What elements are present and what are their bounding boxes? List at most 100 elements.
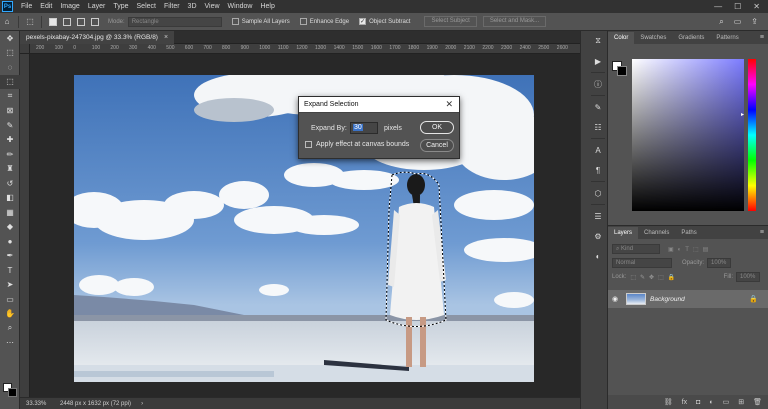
background-color-swatch[interactable] <box>617 66 627 76</box>
menu-3d[interactable]: 3D <box>184 3 201 10</box>
menu-edit[interactable]: Edit <box>36 3 56 10</box>
fx-icon[interactable]: fx <box>682 399 687 406</box>
new-group-icon[interactable]: ▭ <box>723 398 730 406</box>
mode-select[interactable]: Rectangle <box>127 16 222 27</box>
type-tool-icon[interactable]: T <box>0 263 20 278</box>
canvas-bounds-checkbox[interactable]: Apply effect at canvas bounds <box>305 141 409 148</box>
zoom-tool-icon[interactable]: ⌕ <box>0 321 20 336</box>
panel-collapse-strip[interactable] <box>580 31 588 409</box>
lock-icons[interactable]: ⬚✎✥⬚🔒 <box>630 274 679 281</box>
panel-menu-icon[interactable]: ≡ <box>760 229 768 236</box>
menu-type[interactable]: Type <box>109 3 132 10</box>
hand-tool-icon[interactable]: ✋ <box>0 307 20 322</box>
history-brush-icon[interactable]: ↺ <box>0 176 20 191</box>
dodge-tool-icon[interactable]: ● <box>0 234 20 249</box>
close-icon[interactable]: ✕ <box>445 99 453 110</box>
dialog-title-bar[interactable]: Expand Selection ✕ <box>299 97 459 113</box>
character-icon[interactable]: A <box>588 140 608 160</box>
delete-layer-icon[interactable]: 🗑 <box>753 398 762 406</box>
gradient-tool-icon[interactable]: ▦ <box>0 205 20 220</box>
workspace-icon[interactable]: ▭ <box>734 17 742 27</box>
healing-brush-icon[interactable]: ✚ <box>0 133 20 148</box>
menu-filter[interactable]: Filter <box>160 3 184 10</box>
menu-layer[interactable]: Layer <box>84 3 110 10</box>
styles-icon[interactable]: ◐ <box>588 246 608 266</box>
share-icon[interactable]: ⇪ <box>751 17 758 27</box>
more-tools-icon[interactable]: ⋯ <box>0 336 20 351</box>
ok-button[interactable]: OK <box>420 121 454 134</box>
history-icon[interactable]: ⧖ <box>588 31 608 51</box>
menu-select[interactable]: Select <box>133 3 160 10</box>
filter-icons[interactable]: ▣◐T⬚▤ <box>668 246 712 253</box>
menu-view[interactable]: View <box>201 3 224 10</box>
brush-settings-icon[interactable]: ✎ <box>588 97 608 117</box>
tab-swatches[interactable]: Swatches <box>634 32 672 44</box>
object-subtract-checkbox[interactable]: ✓ Object Subtract <box>359 18 410 25</box>
tab-paths[interactable]: Paths <box>675 227 702 239</box>
frame-tool-icon[interactable]: ⊠ <box>0 104 20 119</box>
properties-icon[interactable]: ☰ <box>588 206 608 226</box>
fill-input[interactable]: 100% <box>736 272 760 282</box>
pen-tool-icon[interactable]: ✒ <box>0 249 20 264</box>
libraries-icon[interactable]: ⚙ <box>588 226 608 246</box>
paragraph-icon[interactable]: ¶ <box>588 160 608 180</box>
add-mask-icon[interactable]: ◘ <box>696 399 700 406</box>
blend-mode-select[interactable]: Normal <box>612 258 672 268</box>
move-tool-icon[interactable]: ✥ <box>0 31 20 46</box>
sample-all-layers-checkbox[interactable]: Sample All Layers <box>231 18 290 25</box>
close-tab-icon[interactable]: × <box>164 34 168 41</box>
document-tab[interactable]: pexels-pixabay-247304.jpg @ 33.3% (RGB/8… <box>20 30 175 44</box>
minimize-icon[interactable]: — <box>714 2 722 11</box>
menu-file[interactable]: File <box>17 3 36 10</box>
cancel-button[interactable]: Cancel <box>420 139 454 152</box>
hue-slider[interactable] <box>748 59 756 211</box>
tab-patterns[interactable]: Patterns <box>710 32 744 44</box>
search-icon[interactable]: ⌕ <box>719 17 723 27</box>
visibility-eye-icon[interactable]: ◉ <box>608 295 622 303</box>
new-selection-icon[interactable] <box>49 17 57 26</box>
eraser-tool-icon[interactable]: ◧ <box>0 191 20 206</box>
select-and-mask-button[interactable]: Select and Mask... <box>482 16 547 27</box>
add-selection-icon[interactable] <box>63 17 71 26</box>
adjustments-icon[interactable]: ☷ <box>588 117 608 137</box>
expand-by-input[interactable]: 30 <box>350 122 378 134</box>
panel-menu-icon[interactable]: ≡ <box>760 34 768 41</box>
home-icon[interactable]: ⌂ <box>0 16 14 28</box>
object-selection-tool-icon[interactable]: ⬚ <box>0 74 20 89</box>
play-action-icon[interactable]: ▶ <box>588 51 608 71</box>
menu-window[interactable]: Window <box>224 3 257 10</box>
brush-tool-icon[interactable]: ✏ <box>0 147 20 162</box>
tab-layers[interactable]: Layers <box>608 227 639 239</box>
eyedropper-tool-icon[interactable]: ✎ <box>0 118 20 133</box>
link-layers-icon[interactable]: ⛓ <box>664 398 673 406</box>
tab-channels[interactable]: Channels <box>638 227 675 239</box>
new-layer-icon[interactable]: ⊞ <box>738 398 744 406</box>
tab-gradients[interactable]: Gradients <box>672 32 710 44</box>
status-menu-icon[interactable]: › <box>141 401 143 407</box>
color-picker-field[interactable] <box>632 59 744 211</box>
lasso-tool-icon[interactable]: ◌ <box>0 60 20 75</box>
select-subject-button[interactable]: Select Subject <box>424 16 477 27</box>
3d-icon[interactable]: ⬡ <box>588 183 608 203</box>
opacity-input[interactable]: 100% <box>707 258 732 268</box>
enhance-edge-checkbox[interactable]: Enhance Edge <box>299 18 349 25</box>
path-selection-icon[interactable]: ➤ <box>0 278 20 293</box>
layer-kind-filter[interactable]: ⌕ Kind <box>612 244 660 254</box>
close-icon[interactable]: ✕ <box>753 2 760 11</box>
zoom-level[interactable]: 33.33% <box>20 401 54 407</box>
clone-stamp-icon[interactable]: ♜ <box>0 162 20 177</box>
adjustment-layer-icon[interactable]: ◐ <box>709 399 713 406</box>
tab-color[interactable]: Color <box>608 32 635 44</box>
maximize-icon[interactable]: ☐ <box>734 2 741 11</box>
rectangle-tool-icon[interactable]: ▭ <box>0 292 20 307</box>
blur-tool-icon[interactable]: ◆ <box>0 220 20 235</box>
info-icon[interactable]: ⓘ <box>588 74 608 94</box>
layer-background[interactable]: ◉ Background 🔒 <box>608 290 768 308</box>
menu-help[interactable]: Help <box>256 3 278 10</box>
menu-image[interactable]: Image <box>56 3 83 10</box>
crop-tool-icon[interactable]: ⌗ <box>0 89 20 104</box>
subtract-selection-icon[interactable] <box>77 17 85 26</box>
marquee-tool-icon[interactable]: ⬚ <box>0 46 20 61</box>
object-selection-tool-icon[interactable]: ⬚ <box>23 16 37 28</box>
intersect-selection-icon[interactable] <box>91 17 99 26</box>
